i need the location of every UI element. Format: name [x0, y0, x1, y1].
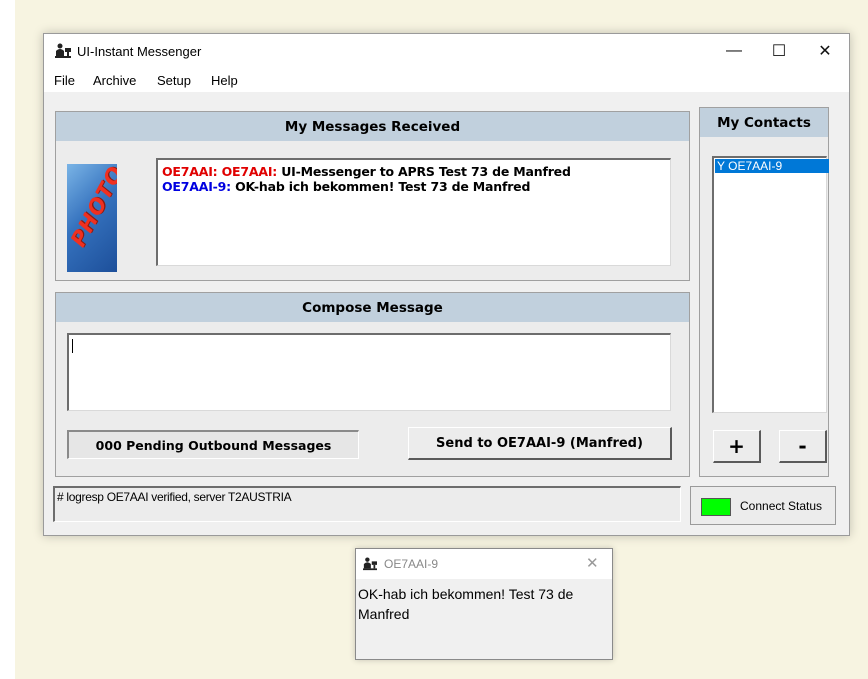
remove-contact-button[interactable]: -	[779, 430, 827, 463]
pending-count: 000 Pending Outbound Messages	[67, 430, 359, 459]
maximize-button[interactable]: ☐	[756, 34, 802, 68]
message-sender: OE7AAI-9:	[162, 179, 231, 194]
popup-message: OK-hab ich bekommen! Test 73 de Manfred	[358, 586, 574, 622]
message-text: OK-hab ich bekommen! Test 73 de Manfred	[230, 179, 531, 194]
window-title: UI-Instant Messenger	[77, 44, 202, 59]
status-log-text: # logresp OE7AAI verified, server T2AUST…	[57, 490, 292, 504]
connect-status-led	[701, 498, 731, 516]
connect-status-panel: Connect Status	[690, 486, 836, 525]
message-text: UI-Messenger to APRS Test 73 de Manfred	[277, 164, 571, 179]
connect-status-label: Connect Status	[740, 499, 823, 513]
contact-item[interactable]: Y OE7AAI-9	[715, 159, 829, 173]
received-header: My Messages Received	[56, 112, 689, 141]
status-log: # logresp OE7AAI verified, server T2AUST…	[53, 486, 681, 522]
received-panel: My Messages Received PHOTO OE7AAI: OE7AA…	[55, 111, 690, 281]
menu-help[interactable]: Help	[211, 73, 238, 88]
menu-archive[interactable]: Archive	[93, 73, 136, 88]
popup-title-bar[interactable]: OE7AAI-9 ✕	[356, 549, 612, 579]
message-sender: OE7AAI: OE7AAI:	[162, 164, 278, 179]
popup-title: OE7AAI-9	[384, 557, 439, 571]
app-icon	[55, 43, 71, 58]
text-caret	[72, 339, 73, 353]
photo-image[interactable]: PHOTO	[67, 164, 117, 272]
menu-bar: File Archive Setup Help	[44, 68, 849, 92]
contacts-list[interactable]: Y OE7AAI-9	[712, 156, 829, 413]
contacts-panel: My Contacts Y OE7AAI-9 + -	[699, 107, 829, 477]
minimize-button[interactable]: —	[711, 34, 757, 68]
message-popup: OE7AAI-9 ✕ OK-hab ich bekommen! Test 73 …	[355, 548, 613, 660]
message-line-1: OE7AAI: OE7AAI: UI-Messenger to APRS Tes…	[162, 164, 571, 179]
compose-input[interactable]	[67, 333, 671, 411]
compose-header: Compose Message	[56, 293, 689, 322]
compose-panel: Compose Message 000 Pending Outbound Mes…	[55, 292, 690, 477]
photo-label: PHOTO	[67, 164, 117, 251]
message-line-2: OE7AAI-9: OK-hab ich bekommen! Test 73 d…	[162, 179, 530, 194]
contacts-header: My Contacts	[700, 108, 828, 137]
app-icon	[363, 557, 377, 571]
add-contact-button[interactable]: +	[713, 430, 761, 463]
title-bar[interactable]: UI-Instant Messenger — ☐ ✕	[44, 34, 849, 68]
menu-file[interactable]: File	[54, 73, 75, 88]
send-button[interactable]: Send to OE7AAI-9 (Manfred)	[408, 427, 672, 460]
close-button[interactable]: ✕	[802, 34, 848, 68]
popup-close-button[interactable]: ✕	[586, 554, 599, 572]
menu-setup[interactable]: Setup	[157, 73, 191, 88]
main-window: UI-Instant Messenger — ☐ ✕ File Archive …	[43, 33, 850, 536]
received-messages-box[interactable]: OE7AAI: OE7AAI: UI-Messenger to APRS Tes…	[156, 158, 671, 266]
